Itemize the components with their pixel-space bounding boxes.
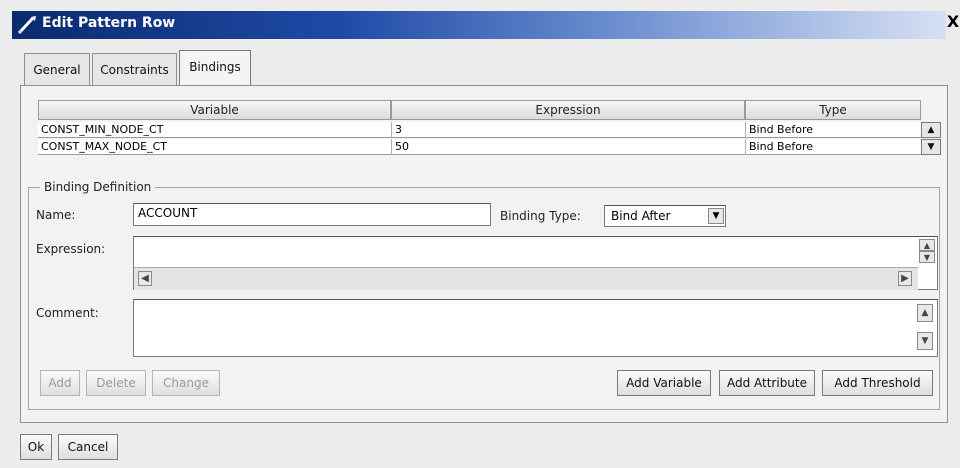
cell-expression: 50 (395, 140, 409, 153)
scroll-down-icon[interactable]: ▼ (917, 332, 933, 350)
add-attribute-button[interactable]: Add Attribute (719, 370, 815, 396)
table-row[interactable]: CONST_MIN_NODE_CT 3 Bind Before (38, 122, 921, 138)
cell-expression: 3 (395, 123, 402, 136)
table-scroll-down-icon[interactable]: ▼ (921, 139, 941, 155)
name-label: Name: (36, 208, 76, 222)
column-header-expression[interactable]: Expression (391, 100, 745, 120)
delete-button[interactable]: Delete (86, 370, 146, 396)
tab-constraints[interactable]: Constraints (92, 53, 177, 85)
tab-general[interactable]: General (24, 53, 90, 85)
expression-label: Expression: (36, 242, 106, 256)
add-button[interactable]: Add (40, 370, 80, 396)
expression-textarea[interactable]: ◀ ▶ ▲ ▼ (133, 236, 938, 290)
scroll-down-icon[interactable]: ▼ (919, 251, 935, 263)
change-button[interactable]: Change (152, 370, 220, 396)
tab-bindings[interactable]: Bindings (179, 50, 251, 86)
scroll-up-icon[interactable]: ▲ (919, 239, 935, 251)
comment-textarea[interactable]: ▲ ▼ (133, 299, 938, 357)
column-header-type[interactable]: Type (745, 100, 921, 120)
pattern-edit-icon (17, 16, 36, 35)
scroll-right-icon[interactable]: ▶ (898, 271, 912, 286)
binding-type-value: Bind After (611, 209, 671, 223)
window-title: Edit Pattern Row (42, 15, 176, 31)
title-bar[interactable]: Edit Pattern Row (12, 11, 946, 39)
table-row[interactable]: CONST_MAX_NODE_CT 50 Bind Before (38, 139, 921, 155)
horizontal-scrollbar[interactable]: ◀ ▶ (134, 267, 918, 290)
cell-type: Bind Before (749, 123, 814, 136)
cell-type: Bind Before (749, 140, 814, 153)
ok-button[interactable]: Ok (20, 434, 52, 460)
binding-type-select[interactable]: Bind After ▼ (604, 205, 726, 227)
column-header-variable[interactable]: Variable (38, 100, 391, 120)
name-field[interactable]: ACCOUNT (133, 203, 491, 226)
scroll-left-icon[interactable]: ◀ (138, 271, 152, 286)
binding-type-label: Binding Type: (500, 209, 581, 223)
add-variable-button[interactable]: Add Variable (617, 370, 711, 396)
table-scroll-up-icon[interactable]: ▲ (921, 122, 941, 138)
cell-variable: CONST_MIN_NODE_CT (41, 123, 164, 136)
comment-label: Comment: (36, 306, 99, 320)
bindings-table: Variable Expression Type CONST_MIN_NODE_… (38, 100, 941, 164)
binding-definition-legend: Binding Definition (40, 180, 156, 194)
cancel-button[interactable]: Cancel (58, 434, 118, 460)
add-threshold-button[interactable]: Add Threshold (822, 370, 933, 396)
cell-variable: CONST_MAX_NODE_CT (41, 140, 168, 153)
close-icon[interactable]: X (946, 14, 960, 30)
scroll-up-icon[interactable]: ▲ (917, 304, 933, 322)
chevron-down-icon[interactable]: ▼ (708, 208, 724, 224)
